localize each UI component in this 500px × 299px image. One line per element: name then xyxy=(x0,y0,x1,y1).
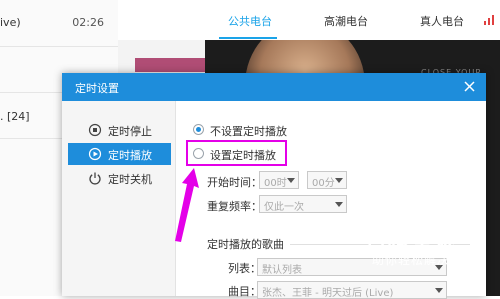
song-duration: 02:26 xyxy=(72,16,104,29)
repeat-frequency-select[interactable]: 仅此一次 xyxy=(259,195,347,213)
minute-select[interactable]: 00分 xyxy=(307,171,347,189)
option-label: 不设置定时播放 xyxy=(210,125,287,138)
pink-banner-edge xyxy=(135,58,205,72)
clock-play-icon xyxy=(88,147,102,161)
chevron-down-icon xyxy=(335,178,343,183)
song-title: ive) xyxy=(0,16,21,29)
sidebar-item-label: 定时关机 xyxy=(108,173,152,186)
chevron-down-icon xyxy=(335,202,343,207)
hour-value: 00时 xyxy=(264,178,287,189)
dialog-title-bar[interactable]: 定时设置 xyxy=(62,73,486,101)
start-time-label: 开始时间： xyxy=(207,176,262,189)
tab-public-radio[interactable]: 公共电台 xyxy=(228,13,272,29)
sidebar-item-label: 定时播放 xyxy=(108,149,152,162)
no-timer-play-option[interactable]: 不设置定时播放 xyxy=(193,122,303,140)
song-title: . [24] xyxy=(0,110,30,123)
highlight-annotation xyxy=(186,140,287,166)
scheduled-songs-section-label: 定时播放的歌曲 xyxy=(207,238,284,251)
repeat-frequency-label: 重复频率： xyxy=(207,200,262,213)
power-icon xyxy=(89,172,101,185)
chevron-down-icon xyxy=(435,288,443,293)
sidebar-item-timer-shutdown[interactable]: 定时关机 xyxy=(68,167,171,189)
track-value: 张杰、王菲 - 明天过后 (Live) xyxy=(262,288,394,299)
hour-select[interactable]: 00时 xyxy=(259,171,299,189)
watermark-subtitle: 助你轻松解决 xyxy=(372,253,451,267)
active-tab-indicator xyxy=(219,37,277,39)
dialog-title: 定时设置 xyxy=(75,82,119,95)
repeat-frequency-value: 仅此一次 xyxy=(264,202,304,213)
close-icon[interactable] xyxy=(461,78,478,95)
sidebar-item-label: 定时停止 xyxy=(108,125,152,138)
radio-checked[interactable] xyxy=(193,124,204,135)
sidebar-item-timer-stop[interactable]: 定时停止 xyxy=(68,119,171,141)
track-select[interactable]: 张杰、王菲 - 明天过后 (Live) xyxy=(257,281,447,299)
clock-stop-icon xyxy=(88,123,102,137)
signal-bars-icon xyxy=(484,15,494,25)
dialog-sidebar: 定时停止 定时播放 定时关机 xyxy=(62,101,176,296)
sidebar-item-timer-play[interactable]: 定时播放 xyxy=(68,143,171,165)
list-item[interactable]: ive) 02:26 xyxy=(0,0,118,47)
radio-tabs: 公共电台 高潮电台 真人电台 xyxy=(118,0,500,41)
minute-value: 00分 xyxy=(312,178,335,189)
playlist-value: 默认列表 xyxy=(262,265,302,276)
tab-live-radio[interactable]: 真人电台 xyxy=(420,13,464,29)
chevron-down-icon xyxy=(287,178,295,183)
tab-climax-radio[interactable]: 高潮电台 xyxy=(324,13,368,29)
